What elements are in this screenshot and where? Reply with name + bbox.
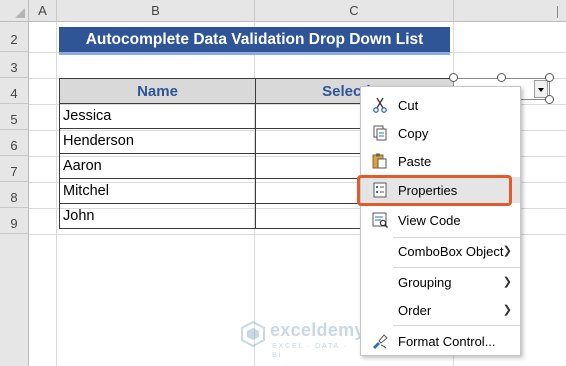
select-all-corner[interactable] — [0, 0, 29, 22]
name-cell[interactable]: Henderson — [59, 128, 256, 154]
menu-item-format-control[interactable]: Format Control... — [361, 328, 520, 354]
submenu-arrow-icon: ❯ — [502, 304, 512, 316]
submenu-arrow-icon: ❯ — [502, 245, 512, 257]
resize-handle[interactable] — [545, 73, 554, 82]
header-name[interactable]: Name — [59, 78, 256, 104]
resize-handle[interactable] — [545, 95, 554, 104]
row-header-more — [0, 234, 29, 366]
column-header-a[interactable]: A — [29, 0, 57, 22]
row-label: 7 — [10, 164, 18, 179]
menu-item-label: View Code — [398, 213, 461, 228]
spreadsheet: A B C 2 3 4 5 6 7 8 9 Autocomplete Data … — [0, 0, 566, 366]
menu-item-label: Order — [398, 303, 432, 318]
menu-item-cut[interactable]: Cut — [361, 92, 520, 118]
column-label: B — [151, 3, 160, 18]
row-header-5[interactable]: 5 — [0, 104, 29, 130]
column-label: C — [349, 3, 359, 18]
menu-item-label: Format Control... — [398, 334, 496, 349]
copy-icon — [373, 125, 387, 141]
column-header-c[interactable]: C — [255, 0, 454, 22]
format-control-icon — [373, 334, 388, 349]
menu-item-order[interactable]: Order ❯ — [361, 297, 520, 323]
menu-separator — [393, 267, 520, 268]
row-header-3[interactable]: 3 — [0, 52, 29, 78]
name-cell[interactable]: John — [59, 203, 256, 229]
menu-item-view-code[interactable]: View Code — [361, 207, 520, 233]
row-header-2[interactable]: 2 — [0, 22, 29, 52]
name-cell[interactable]: Aaron — [59, 153, 256, 179]
resize-handle[interactable] — [449, 73, 458, 82]
exceldemy-watermark: exceldemy EXCEL · DATA · BI — [234, 318, 364, 359]
row-label: 2 — [10, 32, 18, 47]
row-label: 3 — [10, 60, 18, 75]
column-label: A — [38, 3, 47, 18]
menu-item-grouping[interactable]: Grouping ❯ — [361, 269, 520, 295]
row-header-4[interactable]: 4 — [0, 78, 29, 104]
name-cell[interactable]: Jessica — [59, 103, 256, 129]
menu-item-label: Cut — [398, 98, 419, 113]
menu-item-combobox-object[interactable]: ComboBox Object ❯ — [361, 238, 520, 264]
resize-handle[interactable] — [497, 73, 506, 82]
row-header-7[interactable]: 7 — [0, 156, 29, 182]
menu-item-copy[interactable]: Copy — [361, 120, 520, 146]
watermark-tagline: EXCEL · DATA · BI — [272, 341, 348, 359]
menu-item-label: Paste — [398, 154, 432, 169]
row-label: 5 — [10, 112, 18, 127]
row-label: 6 — [10, 138, 18, 153]
column-marker — [557, 6, 558, 18]
exceldemy-logo-icon — [241, 321, 265, 347]
row-header-6[interactable]: 6 — [0, 130, 29, 156]
menu-item-label: Copy — [398, 126, 429, 141]
row-header-9[interactable]: 9 — [0, 208, 29, 234]
watermark-name: exceldemy — [270, 320, 365, 340]
submenu-arrow-icon: ❯ — [502, 276, 512, 288]
view-code-icon — [372, 212, 388, 228]
context-menu: Cut Copy Paste Properties View Code Comb… — [360, 86, 521, 356]
row-header-8[interactable]: 8 — [0, 182, 29, 208]
menu-item-label: Grouping — [398, 275, 452, 290]
scissors-icon — [373, 97, 387, 113]
menu-item-label: ComboBox Object — [398, 244, 504, 259]
column-header-d[interactable] — [454, 0, 566, 22]
paste-icon — [372, 153, 387, 169]
row-label: 8 — [10, 190, 18, 205]
properties-highlight-box — [357, 175, 512, 206]
row-label: 4 — [10, 86, 18, 101]
row-label: 9 — [10, 216, 18, 231]
column-header-b[interactable]: B — [57, 0, 255, 22]
menu-item-paste[interactable]: Paste — [361, 148, 520, 174]
menu-separator — [393, 325, 520, 326]
sheet-title[interactable]: Autocomplete Data Validation Drop Down L… — [59, 27, 450, 55]
name-cell[interactable]: Mitchel — [59, 178, 256, 204]
grid-line — [56, 22, 57, 366]
